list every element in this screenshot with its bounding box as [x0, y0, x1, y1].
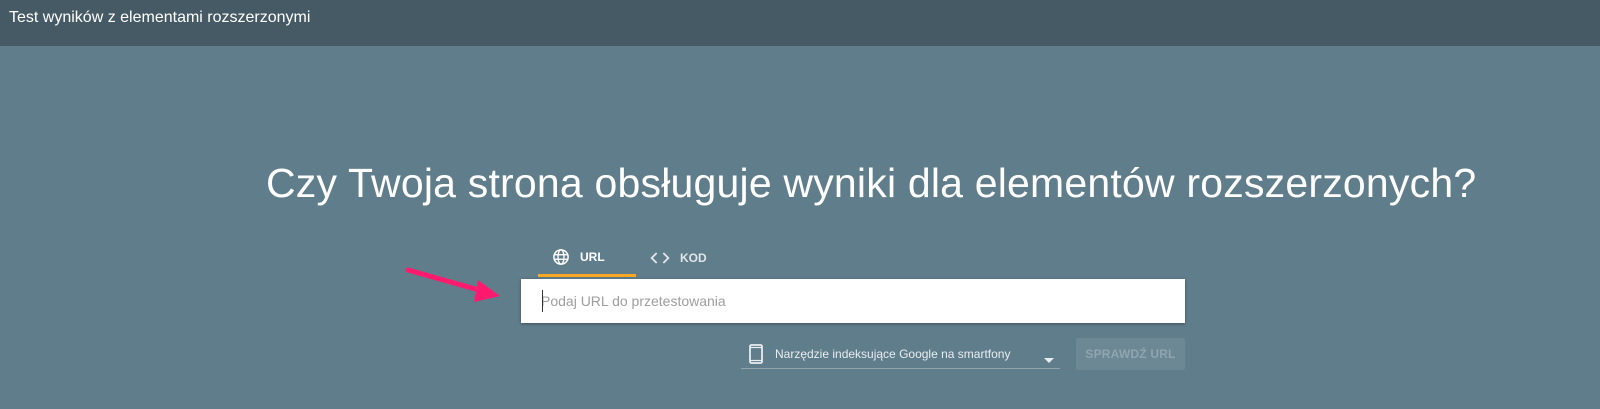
crawler-select-value: Narzędzie indeksujące Google na smartfon…	[775, 347, 1011, 361]
crawler-select[interactable]: Narzędzie indeksujące Google na smartfon…	[741, 340, 1060, 369]
chevron-down-icon	[1044, 351, 1054, 369]
annotation-arrow-icon	[405, 267, 500, 302]
url-input[interactable]	[521, 279, 1185, 323]
tab-url[interactable]: URL	[538, 239, 636, 277]
url-input-container	[521, 279, 1185, 323]
page-headline: Czy Twoja strona obsługuje wyniki dla el…	[266, 160, 1477, 206]
smartphone-icon	[749, 344, 763, 364]
top-app-bar: Test wyników z elementami rozszerzonymi	[0, 0, 1600, 46]
tab-code-label: KOD	[680, 251, 707, 265]
app-title: Test wyników z elementami rozszerzonymi	[9, 9, 311, 26]
tab-code[interactable]: KOD	[650, 239, 730, 277]
text-cursor	[542, 290, 543, 312]
code-icon	[650, 251, 670, 265]
tab-url-label: URL	[580, 249, 605, 264]
check-url-button[interactable]: SPRAWDŹ URL	[1076, 338, 1185, 370]
globe-icon	[552, 248, 570, 266]
